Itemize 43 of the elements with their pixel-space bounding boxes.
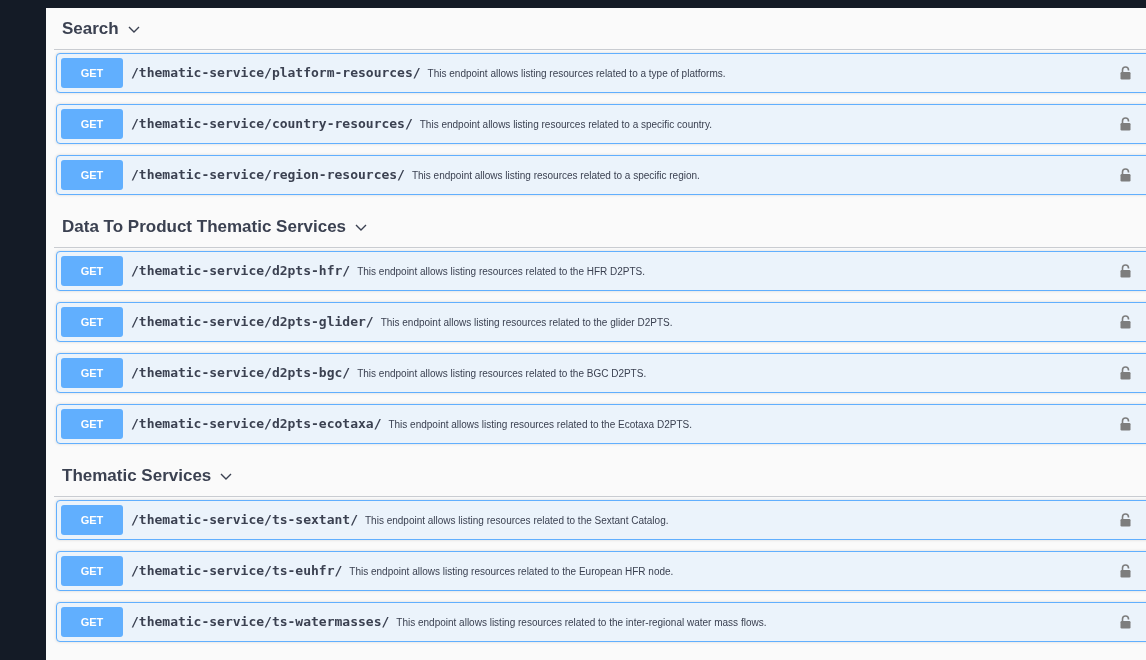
unlocked-lock-icon[interactable] (1120, 264, 1131, 278)
endpoint-description: This endpoint allows listing resources related to the Sextant Catalog. (365, 513, 669, 528)
operation-row[interactable]: GET /thematic-service/d2pts-ecotaxa/ This endpoint allows listing resources related to the Ecotaxa D2PTS. (56, 404, 1146, 444)
unlocked-lock-icon[interactable] (1120, 117, 1131, 131)
endpoint-path: /thematic-service/d2pts-hfr/ (131, 262, 351, 281)
operation-row[interactable]: GET /thematic-service/ts-watermasses/ This endpoint allows listing resources related to the inter-regional water mass flows. (56, 602, 1146, 642)
unlocked-lock-icon[interactable] (1120, 168, 1131, 182)
endpoint-path: /thematic-service/country-resources/ (131, 115, 413, 134)
section-title[interactable]: Thematic Services (62, 462, 212, 489)
unlocked-lock-icon[interactable] (1120, 366, 1131, 380)
endpoint-description: This endpoint allows listing resources related to a specific country. (419, 117, 712, 132)
operation-row[interactable]: GET /thematic-service/d2pts-bgc/ This endpoint allows listing resources related to the BGC D2PTS. (56, 353, 1146, 393)
endpoint-path: /thematic-service/ts-watermasses/ (131, 613, 390, 632)
operation-row[interactable]: GET /thematic-service/ts-sextant/ This endpoint allows listing resources related to the Sextant Catalog. (56, 500, 1146, 540)
endpoint-path: /thematic-service/d2pts-bgc/ (131, 364, 351, 383)
unlocked-lock-icon[interactable] (1120, 315, 1131, 329)
endpoint-path: /thematic-service/ts-euhfr/ (131, 562, 343, 581)
unlocked-lock-icon[interactable] (1120, 615, 1131, 629)
unlocked-lock-icon[interactable] (1120, 417, 1131, 431)
endpoint-path: /thematic-service/region-resources/ (131, 166, 405, 185)
endpoint-path: /thematic-service/ts-sextant/ (131, 511, 358, 530)
operation-row[interactable]: GET /thematic-service/platform-resources/ This endpoint allows listing resources related to a type of platforms. (56, 53, 1146, 93)
endpoint-path: /thematic-service/platform-resources/ (131, 64, 421, 83)
section-title[interactable]: Search (62, 15, 119, 42)
endpoint-description: This endpoint allows listing resources related to a specific region. (411, 168, 700, 183)
unlocked-lock-icon[interactable] (1120, 66, 1131, 80)
operation-row[interactable]: GET /thematic-service/region-resources/ This endpoint allows listing resources related to a specific region. (56, 155, 1146, 195)
operation-row[interactable]: GET /thematic-service/ts-euhfr/ This endpoint allows listing resources related to the European HFR node. (56, 551, 1146, 591)
endpoint-description: This endpoint allows listing resources related to a type of platforms. (427, 66, 726, 81)
endpoint-path: /thematic-service/d2pts-ecotaxa/ (131, 415, 382, 434)
operation-row[interactable]: GET /thematic-service/d2pts-hfr/ This endpoint allows listing resources related to the HFR D2PTS. (56, 251, 1146, 291)
section-title[interactable]: Data To Product Thematic Services (62, 213, 347, 240)
endpoint-description: This endpoint allows listing resources related to the glider D2PTS. (380, 315, 673, 330)
endpoint-description: This endpoint allows listing resources related to the European HFR node. (349, 564, 674, 579)
endpoint-description: This endpoint allows listing resources related to the inter-regional water mass flows. (396, 615, 767, 630)
unlocked-lock-icon[interactable] (1120, 564, 1131, 578)
operation-row[interactable]: GET /thematic-service/d2pts-glider/ This endpoint allows listing resources related to the glider D2PTS. (56, 302, 1146, 342)
unlocked-lock-icon[interactable] (1120, 513, 1131, 527)
endpoint-description: This endpoint allows listing resources related to the Ecotaxa D2PTS. (388, 417, 692, 432)
operation-row[interactable]: GET /thematic-service/country-resources/ This endpoint allows listing resources related to a specific country. (56, 104, 1146, 144)
endpoint-path: /thematic-service/d2pts-glider/ (131, 313, 374, 332)
endpoint-description: This endpoint allows listing resources related to the BGC D2PTS. (357, 366, 647, 381)
endpoint-description: This endpoint allows listing resources related to the HFR D2PTS. (357, 264, 646, 279)
